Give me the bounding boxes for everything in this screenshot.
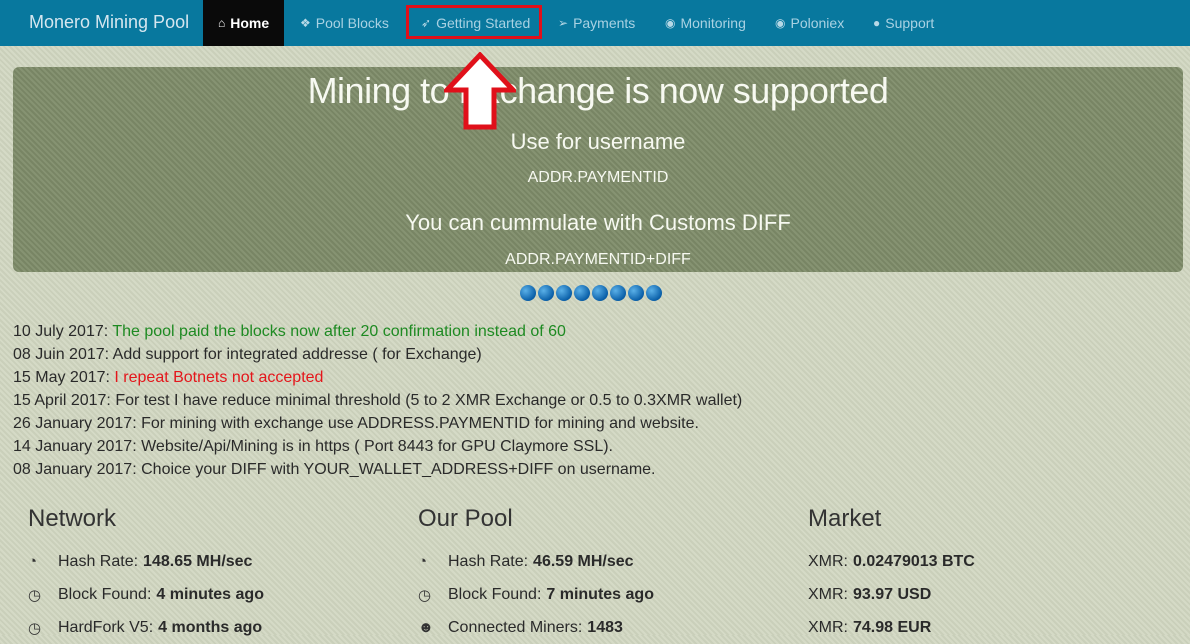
stat-label: HardFork V5:: [58, 618, 154, 636]
news-item: 26 January 2017: For mining with exchang…: [13, 412, 742, 435]
news-item: 14 January 2017: Website/Api/Mining is i…: [13, 435, 742, 458]
highlight-box: [406, 5, 542, 39]
stat-value: 148.65 MH/sec: [143, 552, 253, 570]
stat-label: XMR:: [808, 552, 848, 570]
market-eur: XMR: 74.98 EUR: [808, 611, 975, 644]
network-hardfork: ◷ HardFork V5: 4 months ago: [28, 611, 264, 644]
news-item: 10 July 2017: The pool paid the blocks n…: [13, 320, 742, 343]
nav-pool-blocks[interactable]: ❖ Pool Blocks: [300, 0, 389, 46]
users-icon: ☻: [418, 619, 434, 636]
clock-icon: ◷: [28, 619, 42, 637]
news-text: Choice your DIFF with YOUR_WALLET_ADDRES…: [141, 461, 656, 478]
news-date: 10 July 2017:: [13, 323, 109, 340]
carousel-code-username: ADDR.PAYMENTID: [527, 169, 669, 186]
nav-payments[interactable]: ➢ Payments: [558, 0, 635, 46]
news-item: 15 April 2017: For test I have reduce mi…: [13, 389, 742, 412]
dashboard-icon: ◔: [418, 553, 428, 570]
stat-label: Block Found:: [58, 585, 152, 603]
stat-value: 7 minutes ago: [546, 585, 654, 603]
carousel-line-username: Use for username: [510, 129, 686, 154]
stat-label: XMR:: [808, 585, 848, 603]
news-date: 15 April 2017:: [13, 392, 111, 409]
carousel-dot[interactable]: [520, 285, 536, 301]
stat-value: 0.02479013 BTC: [853, 552, 975, 570]
send-icon: ➢: [558, 16, 569, 30]
carousel-dot[interactable]: [610, 285, 626, 301]
home-icon: ⌂: [218, 16, 226, 30]
eye-icon: ◉: [775, 16, 786, 30]
pool-block-found: ◷ Block Found: 7 minutes ago: [418, 578, 654, 611]
stat-value: 93.97 USD: [853, 585, 932, 603]
news-date: 08 Juin 2017:: [13, 346, 110, 363]
up-arrow-icon: [444, 52, 516, 130]
eye-icon: ◉: [665, 16, 676, 30]
carousel-dot[interactable]: [538, 285, 554, 301]
news-text: Add support for integrated addresse ( fo…: [112, 346, 482, 363]
nav-support-label: Support: [885, 15, 935, 31]
news-text: Website/Api/Mining is in https ( Port 84…: [141, 438, 613, 455]
news-text: The pool paid the blocks now after 20 co…: [112, 323, 566, 340]
carousel-dot[interactable]: [628, 285, 644, 301]
nav-payments-label: Payments: [573, 15, 636, 31]
carousel-line-diff: You can cummulate with Customs DIFF: [405, 210, 791, 235]
nav-pool-blocks-label: Pool Blocks: [315, 15, 389, 31]
pool-title: Our Pool: [418, 505, 513, 532]
stat-value: 1483: [587, 618, 623, 636]
news-date: 15 May 2017:: [13, 369, 110, 386]
carousel-code-diff: ADDR.PAYMENTID+DIFF: [505, 251, 691, 268]
stat-label: Hash Rate:: [448, 552, 529, 570]
carousel-title: Mining to Exchange is now supported: [307, 70, 889, 111]
news-item: 08 Juin 2017: Add support for integrated…: [13, 343, 742, 366]
stat-label: Connected Miners:: [448, 618, 583, 636]
news-text: For mining with exchange use ADDRESS.PAY…: [141, 415, 699, 432]
clock-icon: ◷: [28, 586, 42, 604]
announcement-carousel: Mining to Exchange is now supported Use …: [13, 67, 1183, 272]
market-stats: Market XMR: 0.02479013 BTC XMR: 93.97 US…: [808, 505, 975, 644]
nav-monitoring[interactable]: ◉ Monitoring: [665, 0, 746, 46]
carousel-indicators: [520, 285, 662, 301]
news-text: I repeat Botnets not accepted: [114, 369, 324, 386]
pool-stats: Our Pool ◔ Hash Rate: 46.59 MH/sec ◷ Blo…: [418, 505, 654, 644]
nav-poloniex-label: Poloniex: [790, 15, 845, 31]
news-date: 08 January 2017:: [13, 461, 137, 478]
news-text: For test I have reduce minimal threshold…: [115, 392, 743, 409]
stat-value: 46.59 MH/sec: [533, 552, 634, 570]
brand-logo-text[interactable]: Monero Mining Pool: [29, 12, 189, 33]
market-btc: XMR: 0.02479013 BTC: [808, 545, 975, 578]
stat-label: Hash Rate:: [58, 552, 139, 570]
market-title: Market: [808, 505, 882, 532]
nav-support[interactable]: ● Support: [873, 0, 934, 46]
cubes-icon: ❖: [300, 16, 311, 30]
nav-monitoring-label: Monitoring: [680, 15, 746, 31]
network-title: Network: [28, 505, 117, 532]
news-item: 08 January 2017: Choice your DIFF with Y…: [13, 458, 742, 481]
comments-icon: ●: [873, 16, 881, 30]
top-navbar: Monero Mining Pool ⌂ Home ❖ Pool Blocks …: [0, 0, 1190, 46]
carousel-dot[interactable]: [574, 285, 590, 301]
market-usd: XMR: 93.97 USD: [808, 578, 975, 611]
news-list: 10 July 2017: The pool paid the blocks n…: [13, 320, 742, 481]
carousel-dot[interactable]: [592, 285, 608, 301]
nav-home[interactable]: ⌂ Home: [203, 0, 285, 46]
nav-home-label: Home: [230, 15, 270, 31]
network-hashrate: ◔ Hash Rate: 148.65 MH/sec: [28, 545, 264, 578]
carousel-dot[interactable]: [556, 285, 572, 301]
stat-label: Block Found:: [448, 585, 542, 603]
stat-value: 74.98 EUR: [853, 618, 932, 636]
stat-value: 4 minutes ago: [156, 585, 264, 603]
network-block-found: ◷ Block Found: 4 minutes ago: [28, 578, 264, 611]
network-stats: Network ◔ Hash Rate: 148.65 MH/sec ◷ Blo…: [28, 505, 264, 644]
pool-connected-miners: ☻ Connected Miners: 1483: [418, 611, 654, 644]
news-item: 15 May 2017: I repeat Botnets not accept…: [13, 366, 742, 389]
clock-icon: ◷: [418, 586, 432, 604]
stat-label: XMR:: [808, 618, 848, 636]
news-date: 26 January 2017:: [13, 415, 137, 432]
news-date: 14 January 2017:: [13, 438, 137, 455]
stat-value: 4 months ago: [158, 618, 263, 636]
pool-hashrate: ◔ Hash Rate: 46.59 MH/sec: [418, 545, 654, 578]
carousel-dot[interactable]: [646, 285, 662, 301]
dashboard-icon: ◔: [28, 553, 38, 570]
nav-poloniex[interactable]: ◉ Poloniex: [775, 0, 844, 46]
